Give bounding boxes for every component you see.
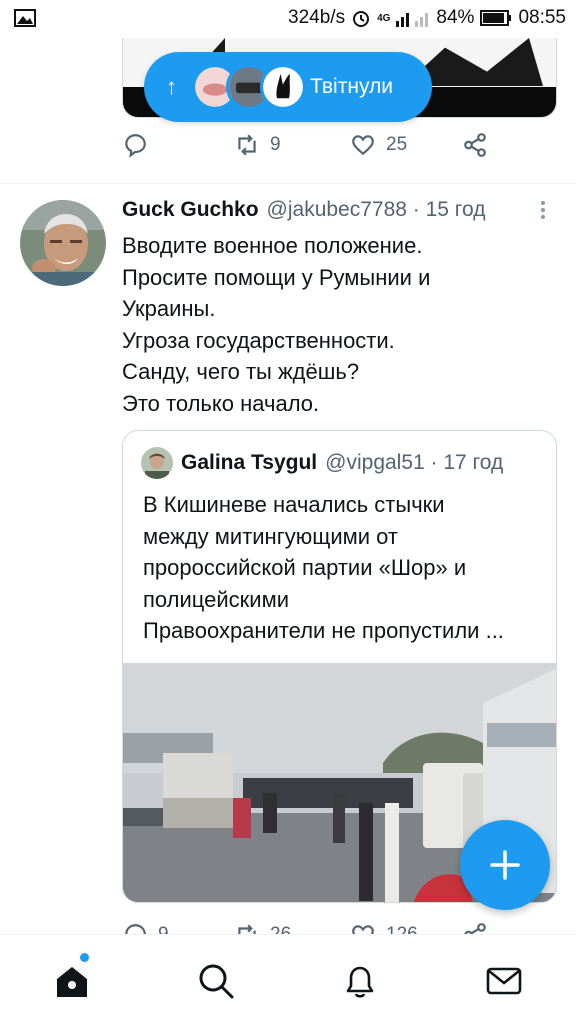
gallery-icon — [14, 9, 36, 27]
quoted-text-line: В Кишиневе начались стычки — [143, 492, 445, 517]
quoted-tweet-header: Galina Tsygul @vipgal51 · 17 год — [141, 447, 503, 479]
bottom-navigation — [0, 934, 576, 1024]
retweet-icon — [238, 134, 256, 156]
new-tweets-label: Твітнули — [310, 75, 393, 98]
tweet-text-line: Угроза государственности. — [122, 327, 395, 353]
retweet-count: 9 — [270, 134, 281, 155]
tweet-divider — [0, 183, 576, 184]
quoted-text-line: полицейскими — [143, 586, 289, 612]
pill-avatars — [192, 64, 306, 110]
quoted-tweet-text: В Кишиневе начались стычки между митингу… — [143, 489, 548, 647]
battery-level: 84% — [436, 7, 475, 28]
tweet-text-line: Украины. — [122, 296, 216, 321]
clock: 08:55 — [518, 7, 566, 28]
share-button[interactable] — [462, 132, 488, 158]
quoted-text-line: между митингующими от — [143, 523, 398, 549]
messages-icon[interactable] — [484, 961, 524, 1001]
quoted-author-name: Galina Tsygul — [181, 451, 318, 474]
like-count: 25 — [386, 134, 408, 155]
more-options-icon[interactable] — [538, 201, 548, 223]
tweet-text-line: Вводите военное положение. — [122, 233, 423, 258]
tweet-text: Вводите военное положение. Просите помощ… — [122, 230, 562, 419]
signal-icon — [396, 13, 429, 27]
like-button[interactable]: 25 — [350, 132, 407, 158]
share-icon — [464, 133, 486, 157]
author-avatar[interactable] — [20, 200, 106, 286]
network-type: 4G — [377, 12, 391, 24]
arrow-up-icon: ↑ — [166, 74, 177, 99]
new-tweets-pill[interactable]: ↑ Твітнули — [144, 52, 432, 122]
previous-tweet-actions: 9 25 — [122, 132, 572, 168]
tweet-header: Guck Guchko @jakubec7788 · 15 год — [122, 198, 522, 222]
author-name[interactable]: Guck Guchko — [122, 198, 259, 222]
quoted-author-handle: @vipgal51 · 17 год — [325, 451, 504, 474]
heart-icon — [352, 135, 374, 156]
reply-icon — [125, 134, 146, 158]
reply-button[interactable] — [122, 132, 148, 158]
notifications-icon[interactable] — [340, 961, 380, 1001]
quoted-text-line: Правоохранители не пропустили ... — [143, 618, 504, 643]
home-notification-dot — [80, 953, 89, 962]
retweet-button[interactable]: 9 — [234, 132, 281, 158]
battery-icon — [480, 10, 512, 26]
compose-tweet-button[interactable] — [460, 820, 550, 910]
alarm-icon — [353, 11, 370, 27]
quoted-text-line: пророссийской партии «Шор» и — [143, 555, 467, 580]
quoted-author-avatar — [141, 447, 173, 479]
tweet-text-line: Санду, чего ты ждёшь? — [122, 359, 360, 384]
status-bar: 324b/s 4G 84% 08:55 — [0, 0, 576, 38]
plus-icon — [490, 850, 520, 880]
tweet-text-line: Просите помощи у Румынии и — [122, 264, 431, 290]
home-icon[interactable] — [52, 961, 92, 1001]
avatar — [260, 64, 306, 110]
tweet-text-line: Это только начало. — [122, 390, 320, 416]
search-icon[interactable] — [196, 961, 236, 1001]
network-speed: 324b/s — [288, 7, 346, 28]
author-handle: @jakubec7788 · 15 год — [266, 198, 486, 221]
